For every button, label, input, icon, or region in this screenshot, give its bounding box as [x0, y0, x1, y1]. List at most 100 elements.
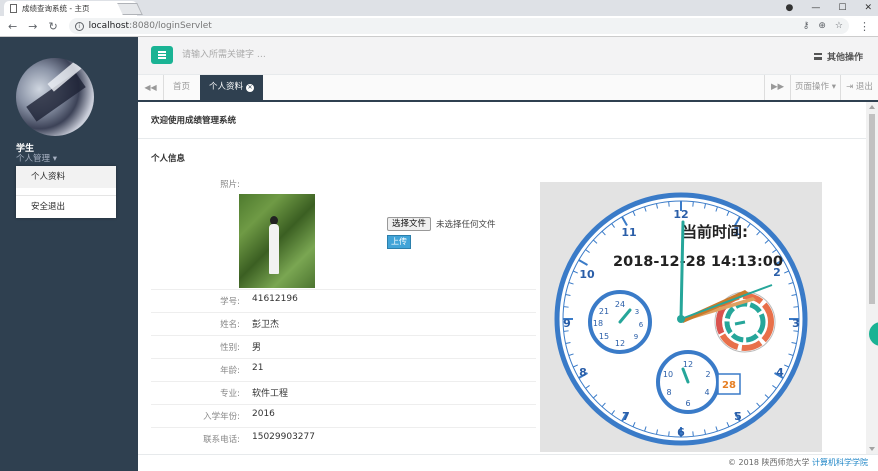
- tab-close-icon[interactable]: ✕: [246, 84, 255, 92]
- tab-profile[interactable]: 个人资料 ✕: [200, 75, 264, 100]
- zoom-icon[interactable]: ⊕: [818, 21, 826, 31]
- field-value: 15029903277: [252, 432, 315, 442]
- clock-tick: [692, 431, 694, 437]
- clock-hour-label: 9: [563, 317, 571, 330]
- clock-tick: [692, 201, 694, 207]
- divider: [16, 188, 116, 196]
- photo-label: 照片:: [220, 180, 240, 190]
- bookmark-star-icon[interactable]: ☆: [835, 21, 843, 31]
- clock-tick: [563, 330, 569, 332]
- profile-icon[interactable]: ●: [786, 3, 794, 13]
- clock-datetime: 2018-12-28 14:13:00: [613, 254, 783, 270]
- field-value: 41612196: [252, 294, 298, 304]
- divider: [151, 358, 536, 359]
- scroll-tabs-left-button[interactable]: ◀◀: [138, 75, 164, 100]
- sidebar: 学生 个人管理 ▾ 个人资料 安全退出: [0, 37, 138, 471]
- section-title: 个人信息: [151, 154, 186, 164]
- window-controls: ● — ☐ ✕: [786, 0, 872, 16]
- info-icon[interactable]: i: [74, 21, 84, 31]
- maximize-button[interactable]: ☐: [838, 3, 846, 13]
- subdial-label: 24: [615, 300, 625, 309]
- upload-button[interactable]: 上传: [387, 235, 411, 249]
- divider: [151, 427, 536, 428]
- vertical-scrollbar[interactable]: [866, 102, 878, 454]
- choose-file-button[interactable]: 选择文件: [387, 217, 432, 231]
- clock-title: 当前时间:: [682, 223, 748, 241]
- subdial-label: 2: [705, 370, 710, 379]
- window-close-button[interactable]: ✕: [864, 3, 872, 13]
- logout-tab-button[interactable]: ⇥ 退出: [840, 75, 878, 100]
- search-input[interactable]: [182, 45, 482, 65]
- subdial-label: 10: [663, 370, 673, 379]
- clock-tick: [563, 306, 569, 308]
- clock-hour-label: 8: [579, 366, 587, 379]
- clock-hour-label: 3: [792, 317, 800, 330]
- field-label: 入学年份:: [203, 412, 240, 422]
- menu-item-profile[interactable]: 个人资料: [16, 166, 116, 188]
- clock-widget: 12 1 2 3 4 5 6 7 8 9 10 11 当前时间: 2018-12…: [540, 182, 822, 452]
- url-path: :8080/loginServlet: [129, 21, 212, 31]
- analog-clock: 12 1 2 3 4 5 6 7 8 9 10 11 当前时间: 2018-12…: [554, 192, 808, 446]
- divider: [151, 404, 536, 405]
- subdial-label: 9: [634, 333, 638, 341]
- user-menu-toggle[interactable]: 个人管理 ▾: [16, 152, 57, 164]
- subdial-label: 15: [599, 332, 609, 341]
- subdial-label: 8: [666, 388, 671, 397]
- clock-hour-label: 6: [677, 426, 685, 439]
- field-value: 软件工程: [252, 389, 289, 399]
- avatar: [16, 58, 94, 136]
- divider: [151, 312, 536, 313]
- forward-icon[interactable]: →: [28, 20, 37, 33]
- clock-hour-label: 10: [579, 268, 595, 281]
- clock-tick: [793, 330, 799, 332]
- divider: [151, 381, 536, 382]
- url-host: localhost: [88, 21, 130, 31]
- subdial-label: 21: [599, 307, 609, 316]
- browser-tab-title: 成绩查询系统 - 主页: [22, 4, 90, 13]
- divider: [138, 138, 866, 139]
- new-tab-button[interactable]: [117, 3, 143, 15]
- menu-item-logout[interactable]: 安全退出: [16, 196, 116, 218]
- user-dropdown-menu: 个人资料 安全退出: [16, 166, 116, 218]
- divider: [151, 289, 536, 290]
- menu-toggle-button[interactable]: [151, 46, 173, 64]
- scroll-tabs-right-button[interactable]: ▶▶: [764, 75, 790, 100]
- field-value: 2016: [252, 409, 275, 419]
- other-ops-button[interactable]: 其他操作: [813, 50, 863, 63]
- field-label: 性别:: [220, 343, 240, 353]
- top-header: 其他操作: [138, 37, 878, 75]
- field-value: 21: [252, 363, 264, 373]
- file-status-text: 未选择任何文件: [436, 220, 496, 230]
- clock-tick: [668, 201, 670, 207]
- school-link[interactable]: 计算机科学学院: [812, 458, 868, 467]
- subdial-label: 12: [615, 339, 625, 348]
- field-label: 联系电话:: [203, 435, 240, 445]
- footer: © 2018 陕西师范大学 计算机科学学院: [138, 454, 878, 471]
- copyright-text: © 2018 陕西师范大学: [728, 458, 812, 467]
- clock-hour-label: 11: [621, 226, 636, 239]
- field-label: 姓名:: [220, 320, 240, 330]
- back-icon[interactable]: ←: [8, 20, 17, 33]
- divider: [151, 335, 536, 336]
- field-label: 学号:: [220, 297, 240, 307]
- clock-tick: [793, 306, 799, 308]
- subdial-label: 18: [593, 319, 603, 328]
- minimize-button[interactable]: —: [811, 3, 820, 13]
- reload-icon[interactable]: ↻: [48, 20, 57, 33]
- page-ops-dropdown[interactable]: 页面操作 ▾: [790, 75, 840, 100]
- url-field[interactable]: i localhost:8080/loginServlet ⚷ ⊕ ☆: [68, 18, 849, 34]
- field-value: 男: [252, 343, 262, 353]
- key-icon[interactable]: ⚷: [803, 21, 810, 31]
- subdial-label: 4: [704, 388, 709, 397]
- clock-hour-label: 12: [673, 208, 688, 221]
- clock-hour-label: 7: [622, 410, 630, 423]
- subdial-label: 6: [639, 321, 644, 329]
- address-bar-row: ← → ↻ i localhost:8080/loginServlet ⚷ ⊕ …: [0, 16, 878, 37]
- browser-menu-icon[interactable]: ⋮: [859, 20, 870, 33]
- clock-hour-label: 4: [776, 366, 784, 379]
- tab-profile-label: 个人资料: [209, 82, 244, 92]
- clock-date-window: 28: [722, 380, 736, 391]
- field-label: 年龄:: [220, 366, 240, 376]
- page-tab-bar: ◀◀ 首页 个人资料 ✕ ▶▶ 页面操作 ▾ ⇥ 退出: [138, 75, 878, 102]
- tab-home[interactable]: 首页: [164, 75, 199, 100]
